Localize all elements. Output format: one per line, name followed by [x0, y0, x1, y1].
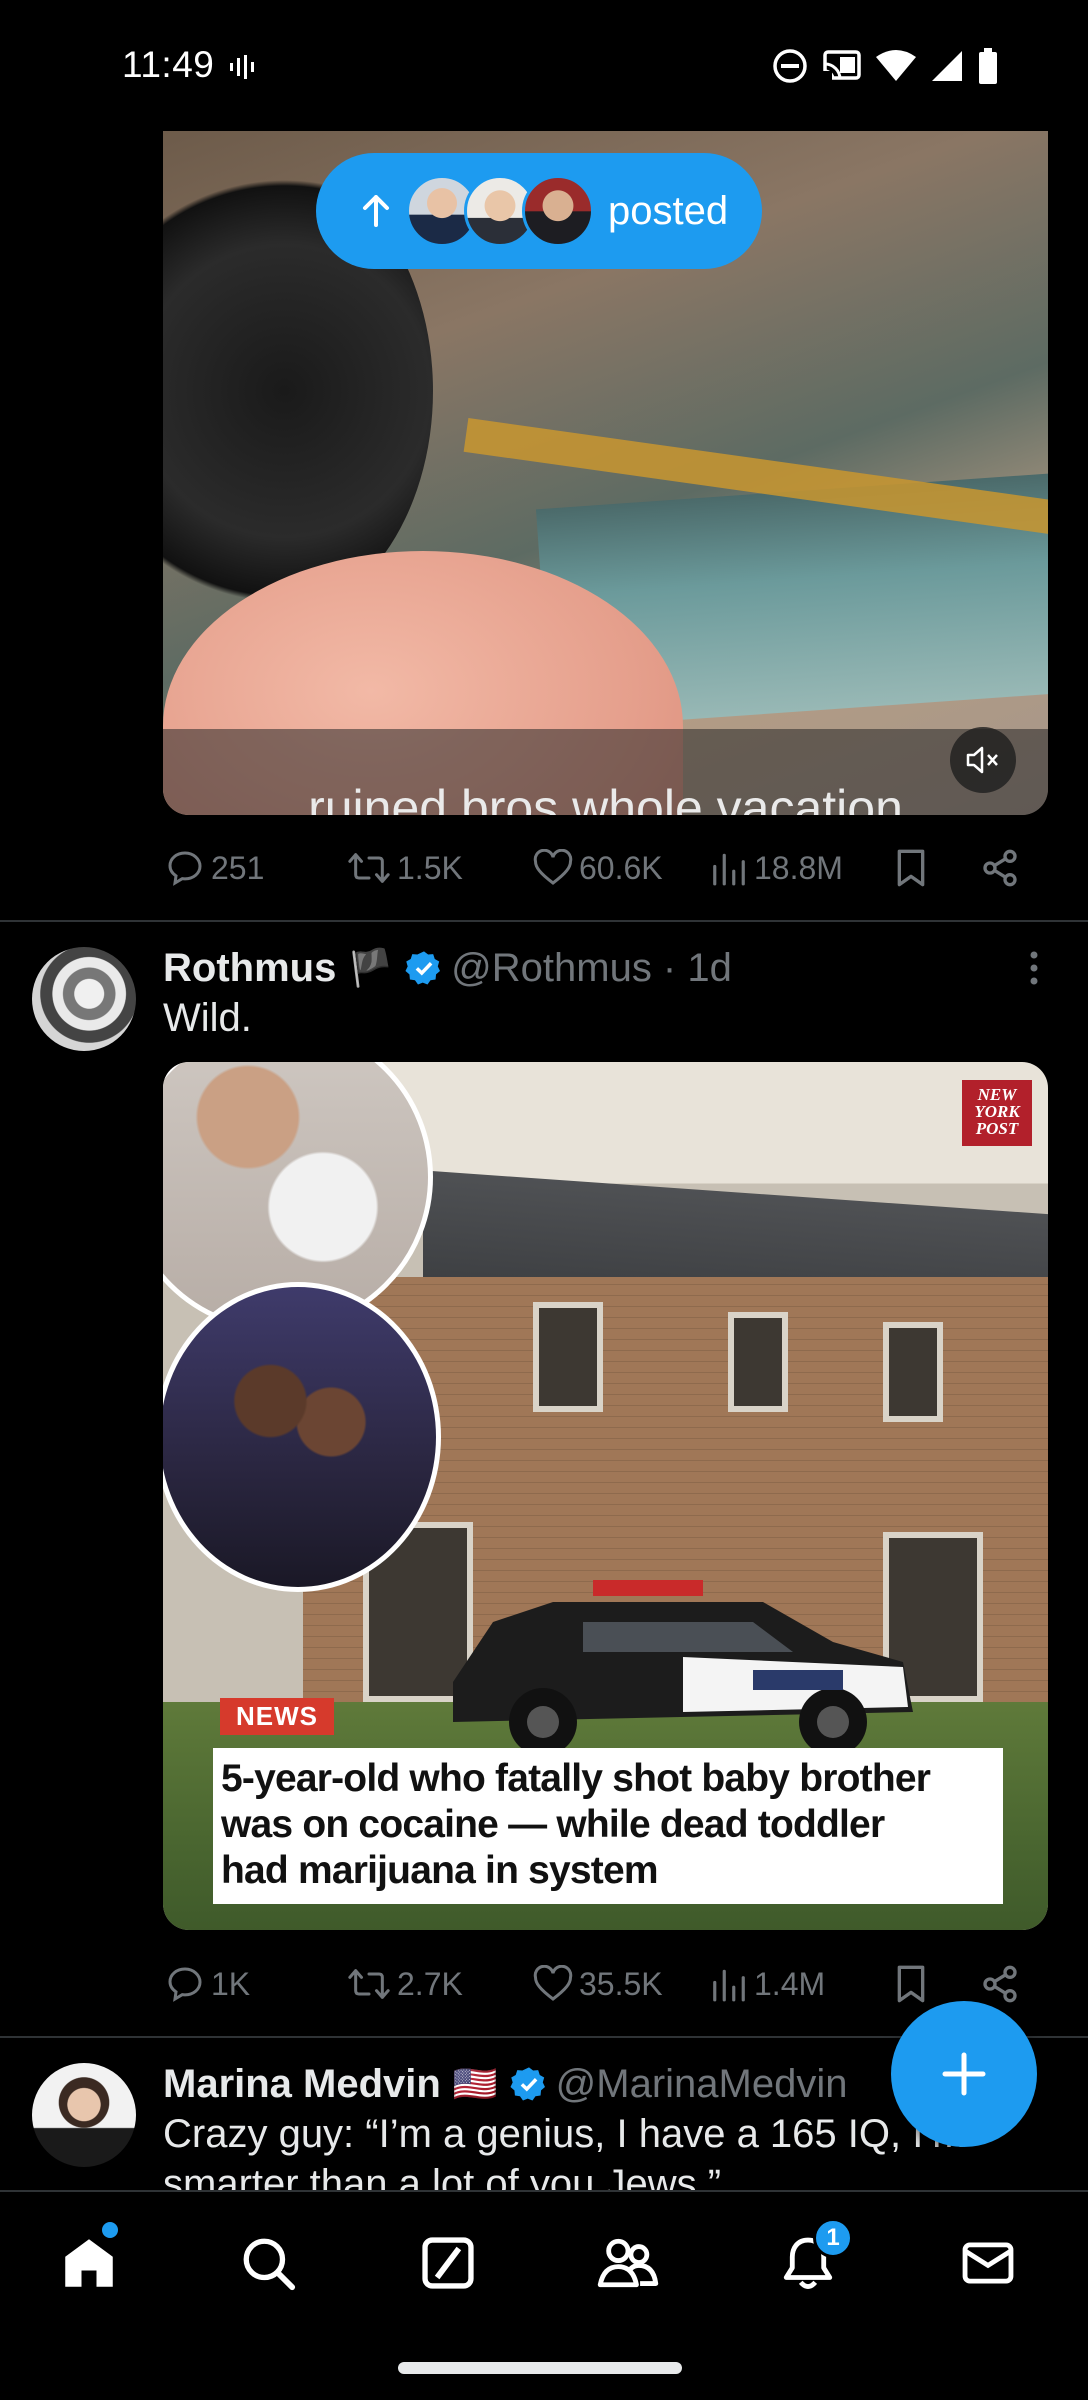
like-button[interactable]: 60.6K — [533, 849, 663, 887]
communities-icon — [597, 2238, 659, 2288]
grok-icon — [422, 2237, 474, 2289]
nav-home[interactable] — [54, 2228, 124, 2298]
status-bar: 11:49 — [0, 0, 1088, 130]
reply-count: 1K — [211, 1965, 251, 2002]
verified-badge-icon — [510, 2067, 545, 2101]
arrow-up-icon — [363, 195, 389, 227]
author-handle[interactable]: @MarinaMedvin — [556, 2062, 848, 2107]
headline-line: was on cocaine — while dead toddler — [221, 1803, 885, 1846]
compose-post-button[interactable] — [891, 2001, 1037, 2147]
tweet-image[interactable]: NEW YORK POST NEWS 5-year-old who fatall… — [163, 1062, 1048, 1930]
author-handle[interactable]: @Rothmus · 1d — [451, 946, 732, 991]
share-icon — [983, 849, 1017, 887]
gesture-home-indicator[interactable] — [398, 2362, 682, 2374]
tweet-text: smarter than a lot of you Jews.” — [163, 2162, 722, 2190]
image-window — [883, 1322, 943, 1422]
news-badge: NEWS — [220, 1698, 334, 1735]
avatar[interactable] — [32, 2063, 136, 2167]
cast-icon — [822, 50, 861, 83]
repost-icon — [348, 1969, 390, 1999]
views-count: 1.4M — [754, 1965, 826, 2002]
tweet-actions: 1K 2.7K 35.5K 1.4M — [165, 1954, 1035, 2014]
bookmark-button[interactable] — [893, 848, 929, 888]
avatar — [522, 175, 594, 247]
reply-button[interactable]: 1K — [165, 1964, 250, 2004]
views-icon — [713, 853, 745, 886]
status-time: 11:49 — [122, 44, 215, 85]
more-options-icon[interactable] — [1028, 950, 1040, 986]
image-window — [533, 1302, 603, 1412]
divider — [0, 920, 1088, 922]
banner-label: posted — [608, 188, 729, 233]
share-button[interactable] — [980, 1964, 1020, 2004]
repost-button[interactable]: 2.7K — [347, 1964, 463, 2004]
banner-avatars — [406, 175, 594, 247]
nav-messages[interactable] — [953, 2228, 1023, 2298]
flag-emoji: 🇺🇸 — [452, 2063, 498, 2104]
views-count: 18.8M — [754, 849, 843, 886]
volume-muted-icon — [966, 746, 998, 774]
author-name[interactable]: Marina Medvin — [163, 2062, 441, 2107]
flag-emoji: 🏴 — [348, 947, 394, 988]
headline-line: 5-year-old who fatally shot baby brother — [221, 1757, 931, 1800]
share-icon — [983, 1965, 1017, 2003]
bookmark-button[interactable] — [893, 1964, 929, 2004]
heart-icon — [533, 1965, 573, 2001]
bookmark-icon — [897, 1965, 925, 2003]
verified-badge-icon — [405, 951, 441, 985]
repost-count: 2.7K — [397, 1965, 463, 2002]
reply-icon — [168, 851, 202, 886]
like-button[interactable]: 35.5K — [533, 1965, 663, 2003]
signal-icon — [932, 51, 962, 81]
mute-button[interactable] — [950, 727, 1016, 793]
police-car-illustration — [453, 1580, 913, 1756]
avatar[interactable] — [32, 947, 136, 1051]
home-icon — [65, 2239, 113, 2287]
like-count: 35.5K — [579, 1965, 663, 2002]
tweet-text-overflow: smarter than a lot of you Jews.” — [163, 2150, 963, 2190]
tweet-header: Marina Medvin 🇺🇸 @MarinaMedvin — [163, 2059, 848, 2109]
repost-icon — [348, 853, 390, 883]
new-posts-banner[interactable]: posted — [316, 153, 762, 269]
views-button[interactable]: 1.4M — [710, 1965, 825, 2003]
author-name[interactable]: Rothmus — [163, 946, 336, 991]
views-button[interactable]: 18.8M — [710, 849, 843, 887]
tweet-header: Rothmus 🏴 @Rothmus · 1d — [163, 943, 732, 993]
repost-count: 1.5K — [397, 849, 463, 886]
wifi-icon — [876, 50, 916, 81]
image-inset-photo — [163, 1282, 441, 1592]
reply-count: 251 — [211, 849, 265, 886]
views-icon — [713, 1969, 745, 2002]
reply-button[interactable]: 251 — [165, 848, 264, 888]
reply-icon — [168, 1967, 202, 2002]
home-unread-dot — [102, 2222, 118, 2238]
voice-activity-icon — [230, 55, 254, 79]
tweet-text: Wild. — [163, 996, 252, 1040]
tweet-actions: 251 1.5K 60.6K 18.8M — [165, 838, 1035, 898]
nav-search[interactable] — [233, 2228, 303, 2298]
publisher-logo: NEW YORK POST — [962, 1080, 1032, 1146]
notification-badge: 1 — [813, 2218, 853, 2258]
battery-icon — [979, 48, 997, 84]
search-icon — [243, 2238, 296, 2291]
do-not-disturb-icon — [773, 49, 807, 83]
bookmark-icon — [897, 849, 925, 887]
plus-icon — [942, 2052, 986, 2096]
nav-grok[interactable] — [413, 2228, 483, 2298]
repost-button[interactable]: 1.5K — [347, 848, 463, 888]
nav-communities[interactable] — [593, 2228, 663, 2298]
share-button[interactable] — [980, 848, 1020, 888]
headline-line: had marijuana in system — [221, 1849, 659, 1892]
video-caption: ruined bros whole vacation — [308, 780, 903, 815]
mail-icon — [962, 2242, 1014, 2284]
headline: 5-year-old who fatally shot baby brother… — [213, 1748, 1003, 1904]
heart-icon — [533, 849, 573, 885]
image-window — [728, 1312, 788, 1412]
status-icons — [772, 48, 998, 84]
like-count: 60.6K — [579, 849, 663, 886]
